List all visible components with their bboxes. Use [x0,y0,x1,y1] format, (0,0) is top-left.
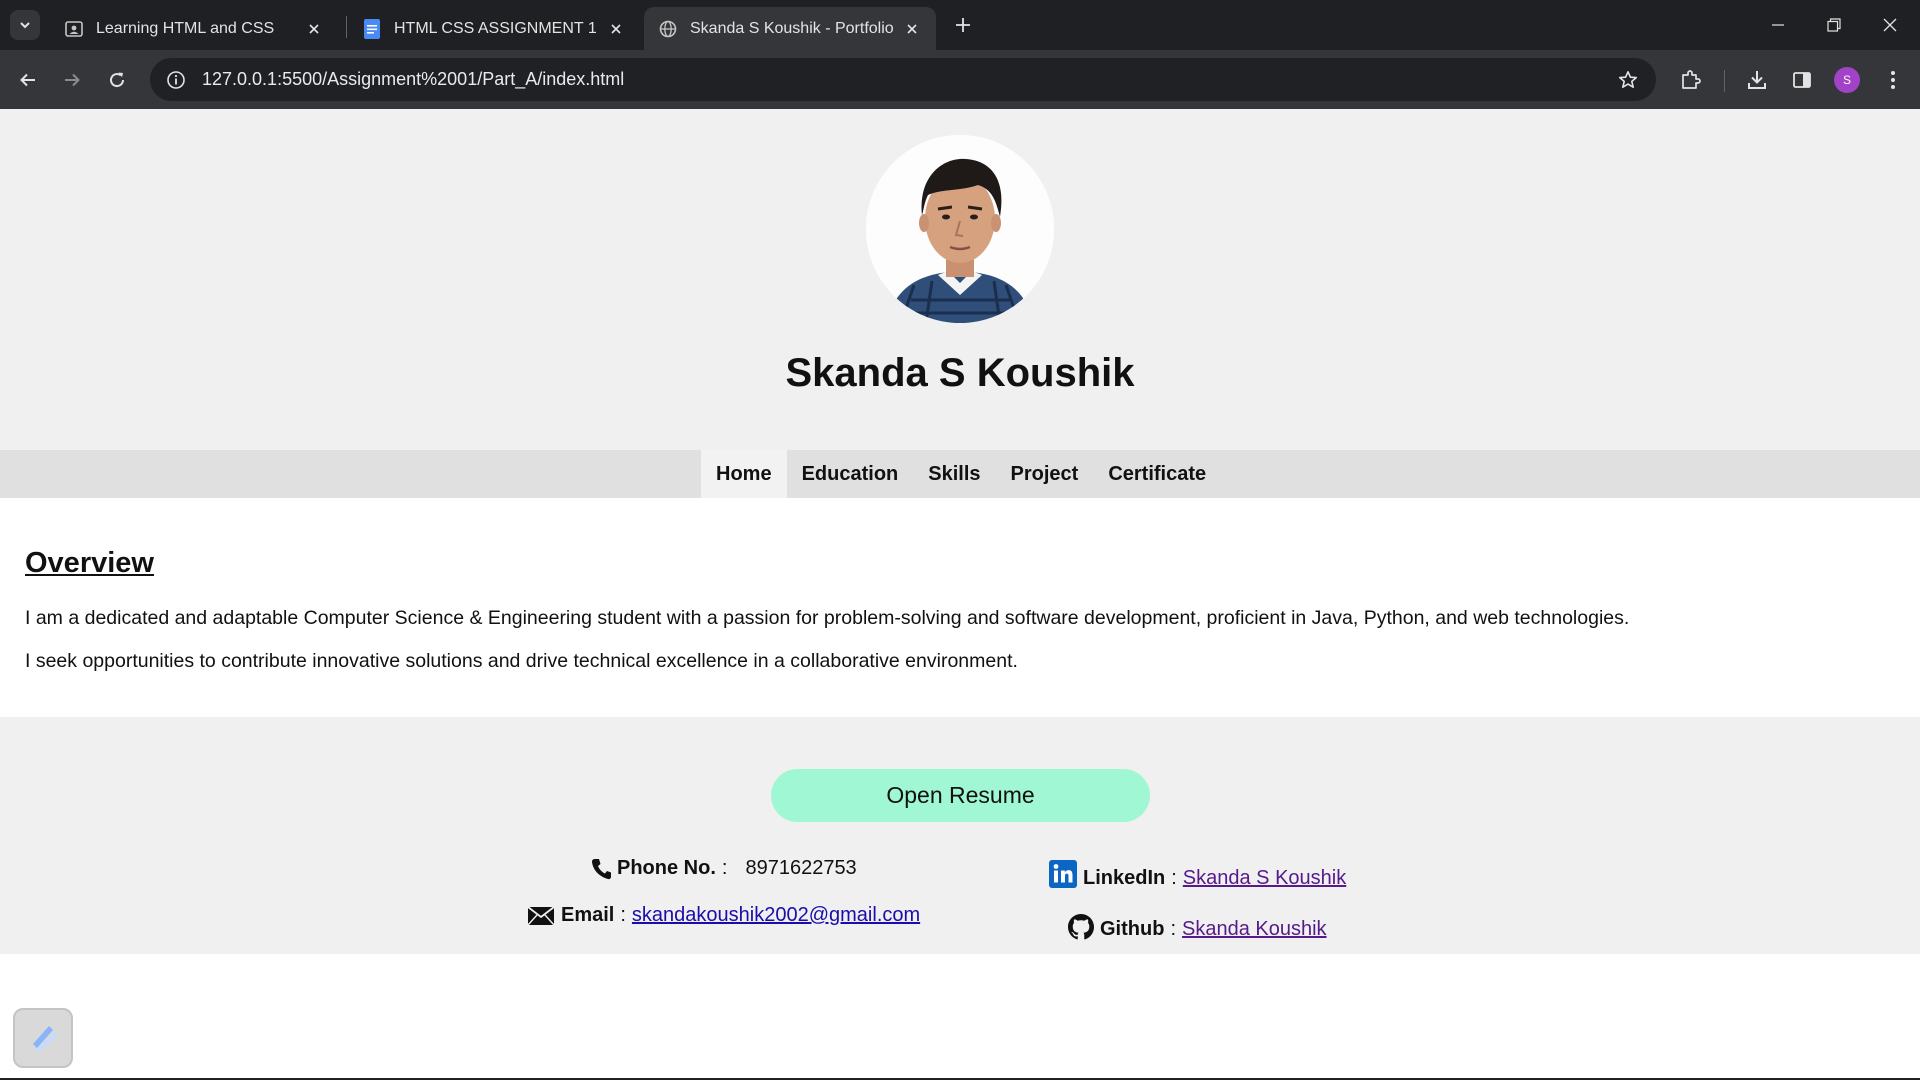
profile-photo [866,135,1054,323]
phone-value: 8971622753 [745,857,857,879]
close-icon[interactable] [902,19,922,39]
phone-separator: : [721,857,728,879]
email-row: Email : skandakoushik2002@gmail.com [527,904,920,927]
linkedin-link[interactable]: Skanda S Koushik [1183,867,1346,890]
envelope-icon [527,905,555,926]
github-icon [1068,913,1094,940]
tab-divider [346,16,347,38]
minimize-icon [1772,24,1784,26]
tab-title: Skanda S Koushik - Portfolio [690,19,894,37]
reload-icon [110,72,125,88]
classroom-icon [64,19,84,39]
lightning-icon [33,1026,57,1052]
browser-menu-button[interactable] [1876,63,1910,97]
nav-certificate[interactable]: Certificate [1093,450,1221,498]
overview-paragraph-1: I am a dedicated and adaptable Computer … [25,607,1630,629]
profile-name: Skanda S Koushik [785,351,1135,395]
arrow-left-icon [20,73,35,87]
profile-header: Skanda S Koushik [0,109,1920,450]
more-vertical-icon [1891,71,1895,89]
docs-icon [362,18,382,39]
github-row: Github : Skanda Koushik [1068,912,1327,941]
open-resume-button[interactable]: Open Resume [771,769,1150,822]
nav-home[interactable]: Home [701,450,787,498]
browser-toolbar: 127.0.0.1:5500/Assignment%2001/Part_A/in… [0,50,1920,109]
side-panel-button[interactable] [1785,63,1819,97]
side-panel-icon [1793,72,1811,88]
bookmark-star-icon[interactable] [1608,60,1648,100]
tab-portfolio[interactable]: Skanda S Koushik - Portfolio [644,7,936,50]
downloads-button[interactable] [1740,63,1774,97]
tab-assignment-doc[interactable]: HTML CSS ASSIGNMENT 1 - Go [348,7,640,50]
restore-button[interactable] [1806,0,1862,50]
contact-footer: Phone No. : 8971622753 Email : skandakou… [0,717,1920,954]
back-button[interactable] [11,63,45,97]
nav-links: Home Education Skills Project Certificat… [701,450,1221,498]
close-window-button[interactable] [1862,0,1918,50]
tab-learning-html[interactable]: Learning HTML and CSS [50,7,338,50]
email-label: Email [561,904,615,926]
nav-skills[interactable]: Skills [913,450,995,498]
linkedin-icon [1049,859,1077,888]
extensions-button[interactable] [1674,63,1708,97]
portfolio-page: Skanda S Koushik Home Education Skills P… [0,109,1920,1080]
reload-button[interactable] [100,63,134,97]
restore-icon [1827,18,1841,32]
github-link[interactable]: Skanda Koushik [1182,918,1327,941]
linkedin-separator: : [1171,867,1177,889]
linkedin-label: LinkedIn [1083,867,1166,889]
github-separator: : [1170,918,1176,940]
tab-title: HTML CSS ASSIGNMENT 1 - Go [394,19,598,37]
email-separator: : [620,904,626,926]
toolbar-divider [1724,70,1725,92]
linkedin-row: LinkedIn : Skanda S Koushik [1049,857,1346,890]
chevron-down-icon [20,22,30,29]
globe-icon [658,19,678,39]
close-icon [1883,18,1897,32]
overview-paragraph-2: I seek opportunities to contribute innov… [25,650,1018,672]
minimize-button[interactable] [1750,0,1806,50]
email-link[interactable]: skandakoushik2002@gmail.com [632,904,920,927]
profile-avatar[interactable]: S [1834,67,1860,93]
puzzle-icon [1682,70,1701,89]
arrow-right-icon [65,73,80,87]
phone-icon [591,858,611,880]
new-tab-button[interactable] [948,10,978,40]
github-label: Github [1100,918,1165,940]
download-icon [1748,71,1766,89]
overview-heading: Overview [25,547,154,579]
close-icon[interactable] [304,19,324,39]
main-nav: Home Education Skills Project Certificat… [0,450,1920,498]
nav-project[interactable]: Project [996,450,1094,498]
floating-extension-button[interactable] [13,1008,73,1068]
tab-title: Learning HTML and CSS [96,19,275,37]
nav-education[interactable]: Education [787,450,914,498]
close-icon[interactable] [606,19,626,39]
phone-label: Phone No. [617,857,716,879]
plus-icon [956,18,970,32]
url-text[interactable]: 127.0.0.1:5500/Assignment%2001/Part_A/in… [202,69,1608,90]
phone-row: Phone No. : 8971622753 [591,857,857,880]
address-bar[interactable]: 127.0.0.1:5500/Assignment%2001/Part_A/in… [150,58,1656,101]
site-info-icon[interactable] [156,60,196,100]
tab-strip: Learning HTML and CSS HTML CSS ASSIGNMEN… [0,0,1920,50]
forward-button[interactable] [55,63,89,97]
tab-search-button[interactable] [10,10,40,40]
